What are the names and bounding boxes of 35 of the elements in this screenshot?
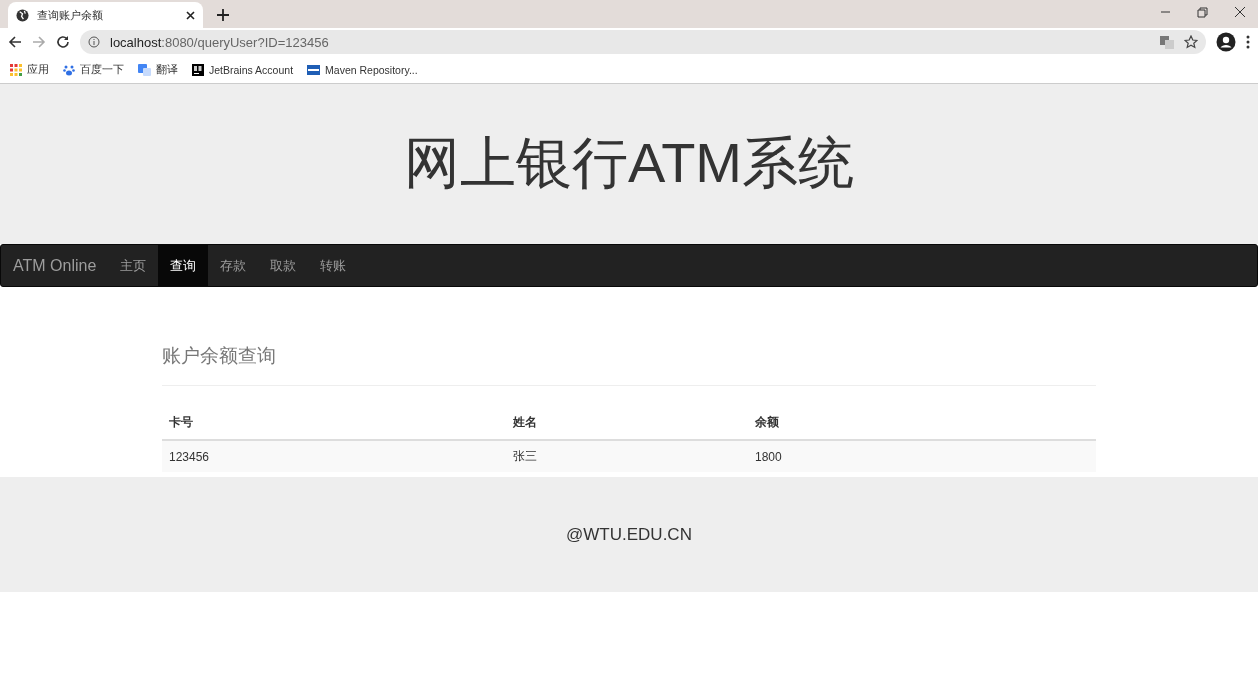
bookmark-link[interactable]: 百度一下: [80, 62, 124, 77]
bookmark-link[interactable]: 应用: [27, 62, 49, 77]
table-cell: 1800: [748, 440, 1096, 472]
bookmark-link[interactable]: 翻译: [156, 62, 178, 77]
url-text: localhost:8080/queryUser?ID=123456: [110, 34, 330, 50]
translate-icon[interactable]: [1160, 35, 1174, 49]
address-bar[interactable]: localhost:8080/queryUser?ID=123456: [80, 30, 1206, 54]
browser-tab[interactable]: 查询账户余额: [8, 2, 203, 28]
mvn-logo-icon: [307, 64, 321, 75]
nav-link[interactable]: 主页: [108, 245, 159, 286]
nav-link[interactable]: 查询: [158, 245, 209, 286]
section-title: 账户余额查询: [162, 344, 277, 368]
table-cell: 123456: [162, 440, 506, 472]
menu-icon[interactable]: [1246, 35, 1250, 49]
back-arrow-icon[interactable]: [8, 35, 22, 49]
nav-link[interactable]: 转账: [308, 245, 359, 286]
nav-link[interactable]: 取款: [258, 245, 309, 286]
close-icon[interactable]: [186, 10, 195, 20]
bookmark-link[interactable]: JetBrains Account: [209, 63, 294, 76]
apps-grid-icon: [10, 63, 22, 76]
account-icon[interactable]: [1216, 32, 1236, 52]
paw-icon: [63, 63, 75, 76]
reload-icon[interactable]: [56, 35, 70, 49]
jb-logo-icon: [192, 63, 204, 76]
globe-icon: [16, 8, 29, 22]
footer-text: @WTU.EDU.CN: [566, 524, 692, 545]
info-icon[interactable]: [88, 36, 100, 48]
table-cell: 张三: [506, 440, 748, 472]
nav-link[interactable]: 存款: [208, 245, 259, 286]
page-title: 网上银行ATM系统: [403, 130, 855, 196]
plus-icon[interactable]: [217, 9, 229, 21]
star-icon[interactable]: [1184, 35, 1198, 49]
navbar-brand[interactable]: ATM Online: [1, 245, 109, 286]
translate-icon: [138, 63, 151, 76]
bookmark-link[interactable]: Maven Repository...: [325, 63, 418, 76]
